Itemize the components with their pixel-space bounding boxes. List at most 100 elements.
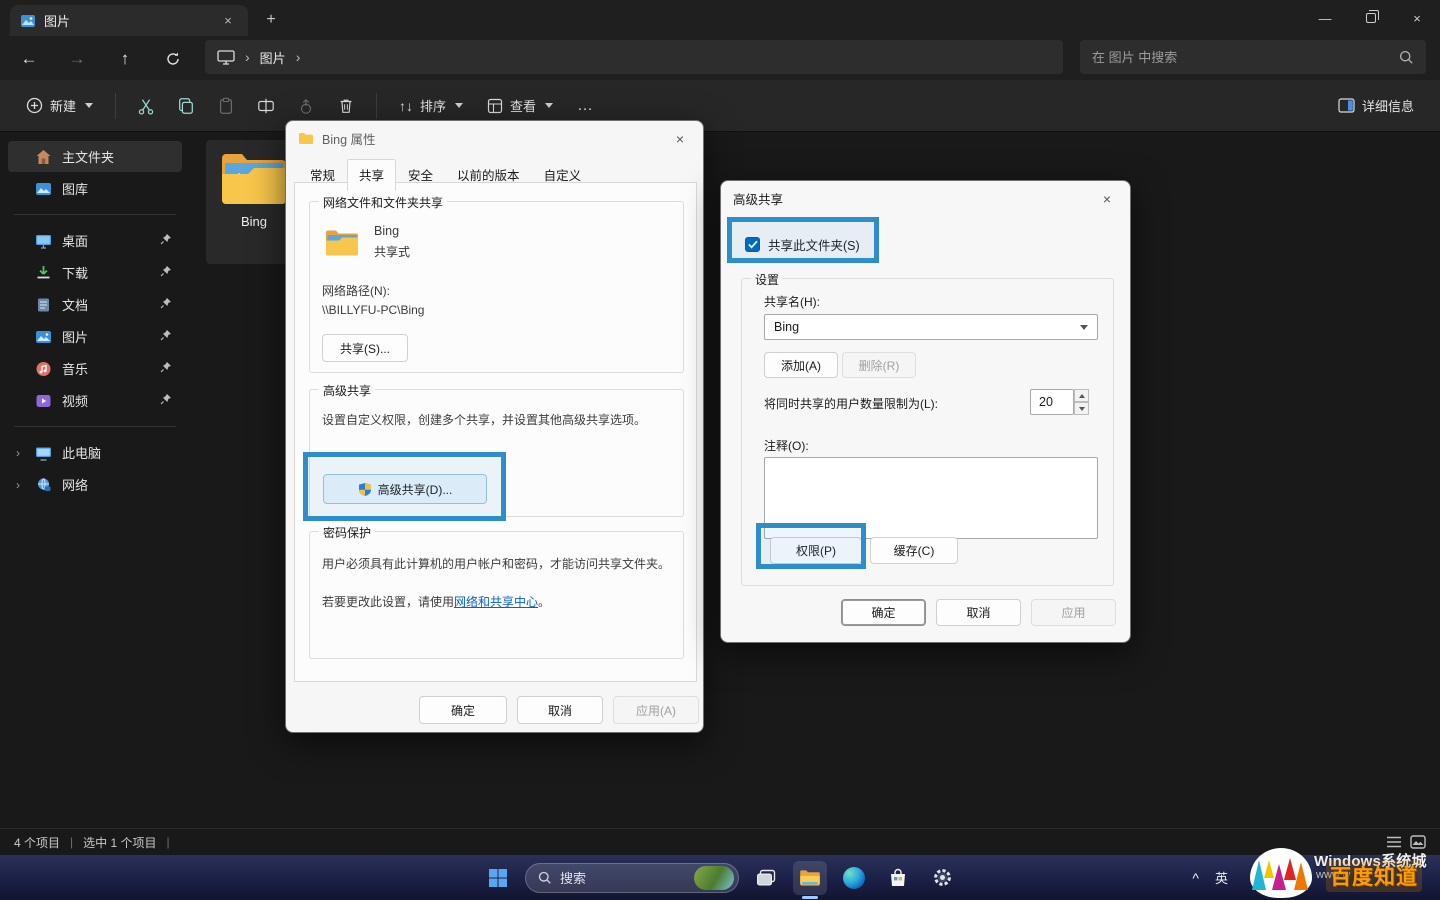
dialog-title-bar[interactable]: 高级共享 xyxy=(721,181,1130,215)
cancel-button[interactable]: 取消 xyxy=(517,696,603,724)
details-pane-icon xyxy=(1338,98,1355,113)
up-button[interactable]: ↑ xyxy=(108,44,142,74)
minimize-button[interactable]: — xyxy=(1302,0,1348,36)
password-protection-line1: 用户必须具有此计算机的用户帐户和密码，才能访问共享文件夹。 xyxy=(322,556,677,573)
pin-icon xyxy=(160,393,172,408)
pin-icon xyxy=(160,233,172,248)
user-limit-spinner[interactable] xyxy=(1074,389,1089,415)
sidebar-item-downloads[interactable]: 下载 xyxy=(8,257,182,288)
cut-button[interactable] xyxy=(128,89,164,123)
copy-icon xyxy=(177,97,195,115)
watermark-logo-triangle xyxy=(1294,862,1308,890)
copy-button[interactable] xyxy=(168,89,204,123)
highlight-permissions-button xyxy=(756,523,866,569)
cancel-button[interactable]: 取消 xyxy=(936,599,1021,626)
expand-chevron-icon[interactable]: › xyxy=(16,478,20,492)
rename-button[interactable] xyxy=(248,89,284,123)
share-name-combobox[interactable]: Bing xyxy=(764,314,1098,340)
store-icon xyxy=(888,868,908,888)
advanced-sharing-description: 设置自定义权限，创建多个共享，并设置其他高级共享选项。 xyxy=(322,412,674,429)
sidebar-item-desktop[interactable]: 桌面 xyxy=(8,225,182,256)
remove-button[interactable]: 删除(R) xyxy=(842,352,916,378)
search-box[interactable] xyxy=(1080,40,1426,74)
group-title: 设置 xyxy=(751,271,783,288)
task-view-button[interactable] xyxy=(749,861,783,895)
breadcrumb-item[interactable]: 图片 xyxy=(260,48,286,67)
refresh-button[interactable] xyxy=(156,44,190,74)
spinner-down-icon[interactable] xyxy=(1074,402,1089,415)
pin-icon xyxy=(160,361,172,376)
close-button[interactable]: × xyxy=(1394,0,1440,36)
sidebar-item-label: 此电脑 xyxy=(62,443,101,462)
restore-button[interactable] xyxy=(1348,0,1394,36)
sidebar-item-pictures[interactable]: 图片 xyxy=(8,321,182,352)
paste-button[interactable] xyxy=(208,89,244,123)
ok-button[interactable]: 确定 xyxy=(419,696,507,724)
sidebar-item-videos[interactable]: 视频 xyxy=(8,385,182,416)
search-input[interactable] xyxy=(1092,50,1399,65)
divider xyxy=(376,93,377,119)
title-bar: 图片 × + — × xyxy=(0,0,1440,36)
advanced-sharing-dialog: 高级共享 × 共享此文件夹(S) 设置 共享名(H): Bing 添加(A) 删… xyxy=(720,180,1131,643)
group-title: 高级共享 xyxy=(319,382,375,399)
search-icon xyxy=(538,871,552,885)
view-label: 查看 xyxy=(510,96,536,115)
back-button[interactable]: ← xyxy=(12,44,46,74)
item-count: 4 个项目 xyxy=(14,834,60,851)
start-button[interactable] xyxy=(481,861,515,895)
store-button[interactable] xyxy=(881,861,915,895)
view-icon xyxy=(487,98,503,114)
ok-button[interactable]: 确定 xyxy=(841,599,926,626)
new-tab-button[interactable]: + xyxy=(258,8,284,32)
taskbar-search[interactable]: 搜索 xyxy=(525,863,739,893)
apply-button[interactable]: 应用 xyxy=(1031,599,1116,626)
sort-button[interactable]: ↑↓ 排序 xyxy=(389,89,473,122)
file-explorer-icon xyxy=(799,869,821,887)
add-button[interactable]: 添加(A) xyxy=(764,352,838,378)
view-button[interactable]: 查看 xyxy=(477,89,563,122)
tab-close-icon[interactable]: × xyxy=(218,11,238,31)
sidebar-item-gallery[interactable]: 图库 xyxy=(8,173,182,204)
new-button[interactable]: 新建 xyxy=(16,89,103,122)
dialog-close-icon[interactable]: × xyxy=(667,128,693,150)
apply-button[interactable]: 应用(A) xyxy=(613,696,699,724)
paste-icon xyxy=(217,97,235,115)
forward-button[interactable]: → xyxy=(60,44,94,74)
explorer-tab[interactable]: 图片 × xyxy=(10,5,248,36)
tab-sharing[interactable]: 共享 xyxy=(347,159,396,191)
music-icon xyxy=(34,360,52,378)
dialog-close-icon[interactable]: × xyxy=(1094,188,1120,210)
folder-icon xyxy=(298,132,314,145)
line2-suffix: 。 xyxy=(538,595,550,609)
sidebar-item-label: 图片 xyxy=(62,327,88,346)
sidebar-item-documents[interactable]: 文档 xyxy=(8,289,182,320)
network-sharing-center-link[interactable]: 网络和共享中心 xyxy=(454,595,538,609)
sidebar-item-music[interactable]: 音乐 xyxy=(8,353,182,384)
details-pane-button[interactable]: 详细信息 xyxy=(1328,89,1424,122)
expand-chevron-icon[interactable]: › xyxy=(16,446,20,460)
user-limit-input[interactable]: 20 xyxy=(1030,389,1074,415)
more-button[interactable]: … xyxy=(567,89,603,123)
share-button[interactable]: 共享(S)... xyxy=(322,334,408,362)
password-protection-group: 密码保护 用户必须具有此计算机的用户帐户和密码，才能访问共享文件夹。 若要更改此… xyxy=(309,531,684,659)
dialog-title-bar[interactable]: Bing 属性 xyxy=(286,121,703,155)
share-button[interactable] xyxy=(288,89,324,123)
desktop: 图片 × + — × ← → ↑ › 图片 › 新建 xyxy=(0,0,1440,900)
settings-button[interactable] xyxy=(925,861,959,895)
delete-button[interactable] xyxy=(328,89,364,123)
caching-button[interactable]: 缓存(C) xyxy=(870,537,958,564)
edge-button[interactable] xyxy=(837,861,871,895)
sidebar-item-this-pc[interactable]: › 此电脑 xyxy=(8,437,182,468)
shared-folder-status: 共享式 xyxy=(374,243,410,260)
sidebar-item-label: 音乐 xyxy=(62,359,88,378)
tray-chevron-icon[interactable]: ^ xyxy=(1192,870,1199,886)
sidebar-item-home[interactable]: 主文件夹 xyxy=(8,141,182,172)
share-name-value: Bing xyxy=(774,320,799,334)
search-highlight-image[interactable] xyxy=(694,866,734,890)
breadcrumb[interactable]: › 图片 › xyxy=(205,40,1063,74)
sidebar-item-network[interactable]: › 网络 xyxy=(8,469,182,500)
status-bar: 4 个项目 | 选中 1 个项目 | xyxy=(0,828,1440,855)
file-explorer-button[interactable] xyxy=(793,861,827,895)
spinner-up-icon[interactable] xyxy=(1074,389,1089,402)
ime-indicator[interactable]: 英 xyxy=(1215,868,1228,887)
